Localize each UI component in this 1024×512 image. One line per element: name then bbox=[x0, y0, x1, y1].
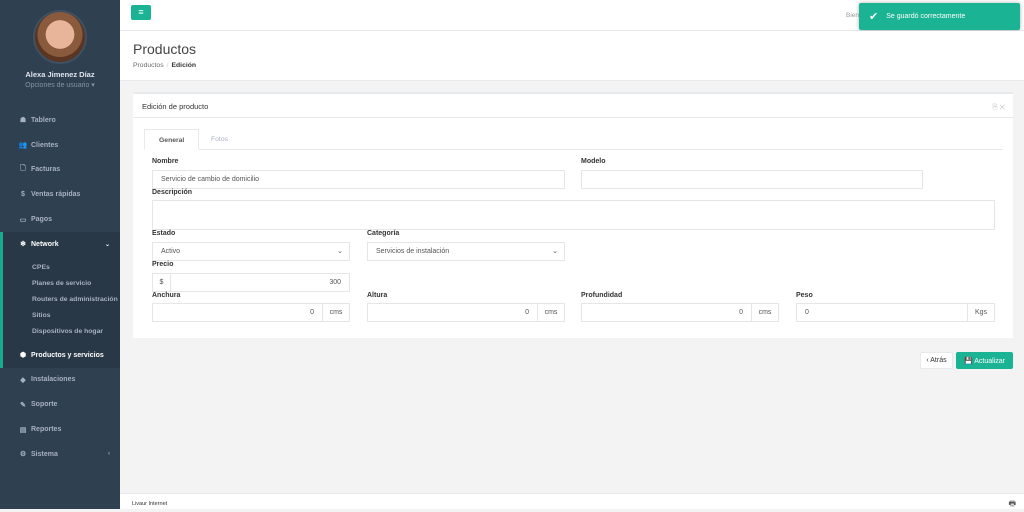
footer: Livaur Internet 🖶 bbox=[120, 493, 1024, 509]
peso-input[interactable]: 0 bbox=[796, 303, 968, 322]
chevron-down-icon: ⌄ bbox=[552, 248, 558, 255]
profundidad-label: Profundidad bbox=[581, 292, 623, 299]
breadcrumb-current: Edición bbox=[171, 62, 197, 69]
footer-text: Livaur Internet bbox=[132, 501, 168, 507]
update-button[interactable]: 💾 Actualizar bbox=[956, 352, 1013, 369]
nombre-label: Nombre bbox=[152, 158, 179, 165]
user-name: Alexa Jimenez Díaz bbox=[25, 70, 95, 79]
sidebar-item-label: Clientes bbox=[31, 141, 59, 149]
anchura-input[interactable]: 0 bbox=[152, 303, 323, 322]
precio-currency-addon: $ bbox=[152, 273, 171, 292]
printer-icon[interactable]: 🖶 bbox=[1008, 498, 1016, 512]
page-heading: Productos Productos / Edición bbox=[120, 31, 1024, 81]
profundidad-unit-addon: cms bbox=[751, 303, 779, 322]
sidebar-item-label: Sistema bbox=[31, 450, 58, 458]
categoria-label: Categoría bbox=[367, 230, 400, 237]
profundidad-input[interactable]: 0 bbox=[581, 303, 752, 322]
diamond-icon: ◆ bbox=[20, 376, 26, 384]
gear-icon: ⚙ bbox=[19, 451, 27, 459]
sidebar-item-instalaciones[interactable]: ◆ Instalaciones bbox=[0, 368, 120, 393]
tab-general[interactable]: General bbox=[144, 129, 200, 150]
altura-unit-addon: cms bbox=[537, 303, 565, 322]
sidebar-item-label: Network bbox=[31, 240, 59, 248]
tab-bar: General Fotos bbox=[144, 127, 1003, 150]
sidebar-item-clientes[interactable]: 👥 Clientes bbox=[0, 133, 120, 158]
altura-input[interactable]: 0 bbox=[367, 303, 538, 322]
top-navbar: ≡ Bienv ✔ Se guardó correctamente bbox=[120, 0, 1024, 31]
nombre-input[interactable]: Servicio de cambio de domicilio bbox=[152, 170, 565, 189]
sidebar-item-sistema[interactable]: ⚙ Sistema ‹ bbox=[0, 442, 120, 467]
modelo-input[interactable] bbox=[581, 170, 923, 189]
sidebar-item-tablero[interactable]: ☗ Tablero bbox=[0, 108, 120, 133]
categoria-select[interactable]: Servicios de instalación ⌄ bbox=[367, 242, 565, 261]
sidebar-item-reportes[interactable]: ▤ Reportes bbox=[0, 417, 120, 442]
estado-select[interactable]: Activo ⌄ bbox=[152, 242, 350, 261]
network-submenu: CPEs Planes de servicio Routers de admin… bbox=[0, 256, 120, 343]
toast-message: Se guardó correctamente bbox=[886, 13, 966, 20]
estado-label: Estado bbox=[152, 230, 176, 237]
modelo-label: Modelo bbox=[581, 158, 606, 165]
breadcrumb-separator: / bbox=[166, 62, 169, 69]
reports-icon: ▤ bbox=[19, 426, 27, 434]
sidebar-item-soporte[interactable]: ✎ Soporte bbox=[0, 392, 120, 417]
check-icon: ✔ bbox=[869, 11, 879, 23]
chevron-down-icon: ⌄ bbox=[337, 248, 343, 255]
submenu-item-routers[interactable]: Routers de administración bbox=[3, 292, 120, 308]
user-options-dropdown[interactable]: Opciones de usuario ▾ bbox=[0, 81, 120, 89]
chevron-left-icon: ‹ bbox=[108, 451, 110, 458]
panel-title: Edición de producto bbox=[133, 94, 1013, 118]
menu-toggle-button[interactable]: ≡ bbox=[131, 5, 151, 20]
precio-input[interactable]: 300 bbox=[170, 273, 350, 292]
user-profile: Alexa Jimenez Díaz Opciones de usuario ▾ bbox=[0, 0, 120, 105]
peso-label: Peso bbox=[796, 292, 813, 299]
altura-label: Altura bbox=[367, 292, 388, 299]
sidebar-item-label: Instalaciones bbox=[31, 376, 76, 384]
success-toast[interactable]: ✔ Se guardó correctamente bbox=[859, 3, 1020, 30]
dashboard-icon: ☗ bbox=[19, 117, 27, 125]
peso-unit-addon: Kgs bbox=[967, 303, 995, 322]
sidebar-item-label: Productos y servicios bbox=[31, 351, 104, 359]
descripcion-textarea[interactable] bbox=[152, 200, 995, 230]
categoria-value: Servicios de instalación bbox=[376, 248, 450, 255]
tab-fotos[interactable]: Fotos bbox=[197, 129, 242, 150]
breadcrumb-productos[interactable]: Productos bbox=[133, 62, 164, 69]
submenu-item-planes[interactable]: Planes de servicio bbox=[3, 276, 120, 292]
estado-value: Activo bbox=[161, 248, 181, 255]
back-button[interactable]: ‹ Atrás bbox=[920, 352, 953, 369]
panel-tools-icon[interactable]: 🗎 ✕ bbox=[992, 103, 1005, 114]
file-icon: 🗋 bbox=[20, 165, 26, 173]
sidebar-item-label: Ventas rápidas bbox=[31, 191, 81, 199]
card-icon: ▭ bbox=[19, 216, 27, 224]
submenu-item-sitios[interactable]: Sitios bbox=[3, 308, 120, 324]
sidebar: Alexa Jimenez Díaz Opciones de usuario ▾… bbox=[0, 0, 120, 509]
tag-icon: ⬢ bbox=[19, 352, 27, 360]
page-title: Productos bbox=[133, 41, 197, 57]
chevron-down-icon: ⌄ bbox=[104, 241, 110, 248]
wrench-icon: ✎ bbox=[20, 401, 26, 409]
anchura-label: Anchura bbox=[152, 292, 181, 299]
sidebar-item-network[interactable]: ❄ Network ⌄ bbox=[0, 231, 120, 257]
sidebar-item-facturas[interactable]: 🗋 Facturas bbox=[0, 158, 120, 183]
descripcion-label: Descripción bbox=[152, 189, 193, 196]
network-icon: ❄ bbox=[20, 241, 26, 249]
anchura-unit-addon: cms bbox=[322, 303, 350, 322]
sidebar-item-productos[interactable]: ⬢ Productos y servicios bbox=[0, 342, 120, 368]
breadcrumb: Productos / Edición bbox=[133, 62, 196, 69]
product-edit-panel: Edición de producto 🗎 ✕ General Fotos No… bbox=[133, 92, 1013, 338]
users-icon: 👥 bbox=[18, 142, 28, 150]
sidebar-item-ventas[interactable]: $ Ventas rápidas bbox=[0, 182, 120, 207]
avatar[interactable] bbox=[33, 10, 87, 64]
sidebar-item-label: Pagos bbox=[31, 216, 53, 224]
sidebar-item-label: Tablero bbox=[31, 116, 56, 124]
precio-label: Precio bbox=[152, 261, 174, 268]
sidebar-item-label: Soporte bbox=[31, 401, 58, 409]
sidebar-item-label: Reportes bbox=[31, 426, 62, 434]
sidebar-item-label: Facturas bbox=[31, 166, 61, 174]
dollar-icon: $ bbox=[21, 191, 25, 199]
submenu-item-dispositivos[interactable]: Dispositivos de hogar bbox=[3, 324, 120, 340]
sidebar-item-pagos[interactable]: ▭ Pagos bbox=[0, 207, 120, 232]
submenu-item-cpes[interactable]: CPEs bbox=[3, 260, 120, 276]
sidebar-nav: ☗ Tablero 👥 Clientes 🗋 Facturas $ Ventas ráp… bbox=[0, 108, 120, 467]
